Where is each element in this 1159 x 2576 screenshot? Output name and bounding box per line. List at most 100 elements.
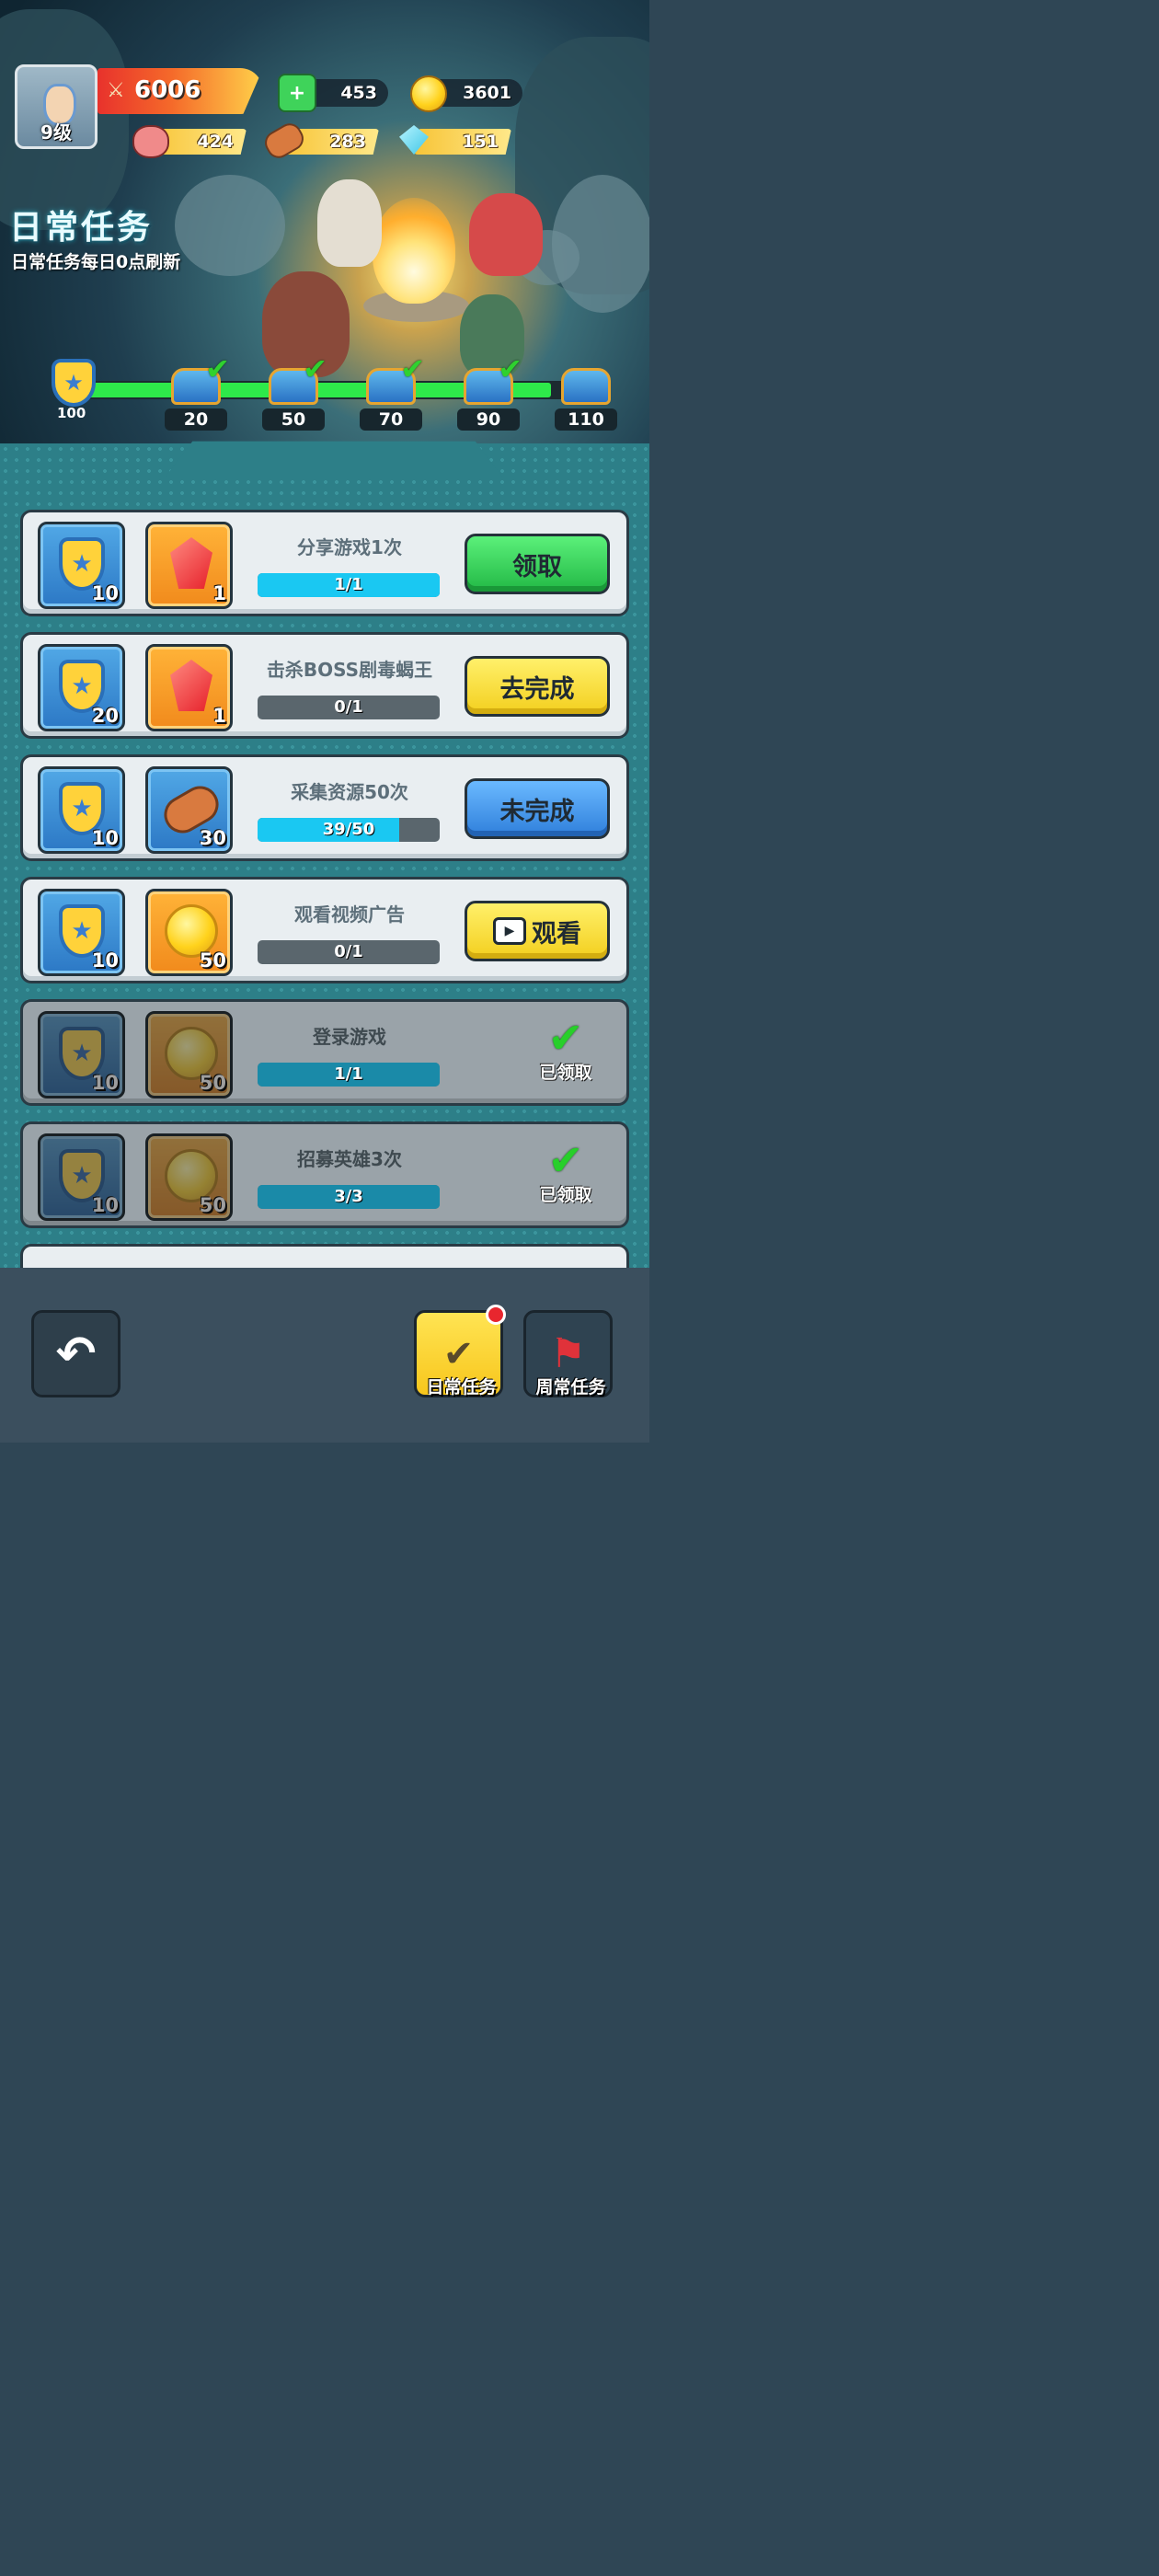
green-currency-value: 453: [340, 83, 377, 103]
reward-quantity: 10: [91, 1194, 119, 1216]
task-progress-text: 1/1: [334, 575, 363, 594]
milestone-chest-0[interactable]: ✔: [167, 351, 230, 407]
crystal-value: 151: [462, 132, 499, 152]
gem-icon: [170, 660, 212, 711]
task-action-button[interactable]: 未完成: [465, 778, 610, 839]
task-progress-bar: 39/50: [258, 818, 440, 842]
claimed-label: 已领取: [539, 1063, 592, 1083]
task-card: ★ 10 50 观看视频广告 0/1 ▶ 观看: [20, 877, 629, 983]
milestone-chest-4[interactable]: [557, 361, 614, 407]
milestone-threshold: 90: [457, 408, 520, 431]
task-progress-text: 39/50: [322, 820, 375, 839]
reward-quantity: 50: [199, 949, 226, 972]
tab-weekly-label: 周常任务: [535, 1377, 606, 1397]
task-name: 观看视频广告: [294, 903, 405, 926]
tab-daily-label: 日常任务: [426, 1377, 497, 1397]
meat-value: 424: [197, 132, 234, 152]
task-name: 登录游戏: [313, 1026, 386, 1048]
milestone-threshold: 70: [360, 408, 422, 431]
task-card: ★ 10 30 采集资源50次 39/50 未完成: [20, 754, 629, 861]
milestone-threshold: 20: [165, 408, 227, 431]
task-name: 采集资源50次: [291, 781, 408, 803]
reward-slot-item: 50: [145, 1011, 233, 1098]
task-progress-text: 3/3: [334, 1187, 363, 1206]
reward-quantity: 10: [91, 1072, 119, 1094]
reward-slot-activity: ★ 10: [38, 889, 125, 976]
page-title: 日常任务: [9, 209, 154, 247]
reward-quantity: 10: [91, 582, 119, 604]
task-progress-bar: 1/1: [258, 573, 440, 597]
claimed-status: ✔ 已领取: [511, 1139, 621, 1206]
reward-slot-activity: ★ 10: [38, 522, 125, 609]
reward-slot-item: 1: [145, 644, 233, 731]
claimed-status: ✔ 已领取: [511, 1017, 621, 1084]
reward-slot-activity: ★ 10: [38, 1011, 125, 1098]
task-action-label: 领取: [512, 552, 562, 581]
wood-value: 283: [329, 132, 366, 152]
reward-slot-item: 30: [145, 766, 233, 854]
reward-quantity: 10: [91, 949, 119, 972]
task-card: ★ 10 50 登录游戏 1/1 ✔ 已领取: [20, 999, 629, 1106]
task-progress-bar: 1/1: [258, 1063, 440, 1087]
reward-quantity: 1: [212, 582, 226, 604]
task-action-label: 去完成: [499, 674, 575, 704]
green-gem-plus-icon[interactable]: +: [278, 74, 316, 112]
gold-currency-value: 3601: [463, 83, 511, 103]
checkmark-icon: ✔: [498, 351, 522, 386]
task-progress-text: 0/1: [334, 942, 363, 961]
back-button[interactable]: ↶: [31, 1310, 120, 1397]
task-card: ★ 10 50 招募英雄3次 3/3 ✔ 已领取: [20, 1121, 629, 1228]
reward-quantity: 50: [199, 1194, 226, 1216]
treasure-chest-icon: [561, 368, 611, 405]
gem-icon: [170, 537, 212, 589]
task-card: ★ 10 1 分享游戏1次 1/1 领取: [20, 510, 629, 616]
milestone-threshold: 50: [262, 408, 325, 431]
red-flag-icon: ⚑: [549, 1330, 587, 1377]
crossed-swords-icon: ⚔: [107, 79, 125, 102]
page-subtitle: 日常任务每日0点刷新: [11, 252, 181, 272]
back-arrow-icon: ↶: [55, 1326, 97, 1382]
reward-slot-item: 1: [145, 522, 233, 609]
milestone-threshold: 110: [555, 408, 617, 431]
task-action-button[interactable]: 去完成: [465, 656, 610, 717]
checkmark-icon: ✔: [547, 1135, 584, 1185]
reward-slot-item: 50: [145, 1133, 233, 1221]
milestone-chest-1[interactable]: ✔: [265, 351, 327, 407]
checkmark-icon: ✔: [205, 351, 230, 386]
player-level: 9级: [40, 121, 72, 144]
tab-weekly-tasks[interactable]: ⚑ 周常任务: [523, 1310, 613, 1397]
player-avatar[interactable]: 9级: [15, 64, 98, 149]
reward-quantity: 1: [212, 705, 226, 727]
reward-slot-activity: ★ 10: [38, 766, 125, 854]
task-progress-text: 1/1: [334, 1064, 363, 1084]
reward-slot-item: 50: [145, 889, 233, 976]
meat-icon: [132, 125, 169, 158]
task-progress-text: 0/1: [334, 697, 363, 717]
task-card: ★ 20 1 击杀BOSS剧毒蝎王 0/1 去完成: [20, 632, 629, 739]
reward-quantity: 50: [199, 1072, 226, 1094]
activity-points-shield: ★: [52, 359, 96, 407]
checklist-icon: ✔: [442, 1332, 475, 1375]
reward-slot-activity: ★ 20: [38, 644, 125, 731]
combat-power-banner: ⚔ 6006: [98, 68, 263, 114]
checkmark-icon: ✔: [547, 1013, 584, 1063]
task-action-button[interactable]: ▶ 观看: [465, 901, 610, 961]
reward-quantity: 20: [91, 705, 119, 727]
task-action-button[interactable]: 领取: [465, 534, 610, 594]
milestone-chest-3[interactable]: ✔: [460, 351, 522, 407]
tv-video-icon: ▶: [493, 917, 526, 945]
checkmark-icon: ✔: [303, 351, 327, 386]
gold-coin-icon: [410, 75, 447, 112]
task-progress-bar: 0/1: [258, 696, 440, 719]
crystal-resource: 151: [414, 129, 511, 155]
milestone-chest-2[interactable]: ✔: [362, 351, 425, 407]
reward-quantity: 10: [91, 827, 119, 849]
task-name: 招募英雄3次: [297, 1148, 402, 1170]
task-progress-bar: 3/3: [258, 1185, 440, 1209]
reward-quantity: 30: [199, 827, 226, 849]
task-progress-bar: 0/1: [258, 940, 440, 964]
task-name: 击杀BOSS剧毒蝎王: [266, 659, 433, 681]
task-action-label: 观看: [532, 919, 581, 949]
current-activity-points: 100: [57, 405, 86, 421]
task-action-label: 未完成: [499, 797, 575, 826]
